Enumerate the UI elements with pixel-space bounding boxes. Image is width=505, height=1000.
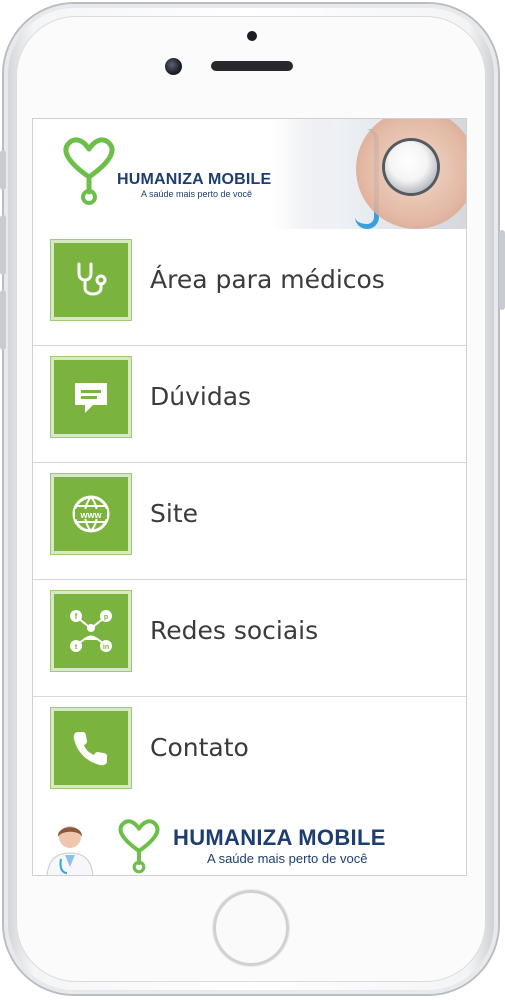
footer-brand-subtitle: A saúde mais perto de você — [207, 851, 368, 866]
heart-stethoscope-logo-icon — [118, 819, 160, 874]
menu-item-label: Contato — [150, 733, 249, 762]
phone-handset-icon — [73, 732, 107, 766]
menu-item-label: Redes sociais — [150, 616, 319, 645]
menu-item-site[interactable]: www Site — [33, 463, 466, 580]
menu-tile — [50, 356, 132, 438]
heart-stethoscope-logo-icon — [63, 137, 115, 205]
www-globe-icon: www — [72, 495, 110, 533]
social-network-icon: f p t in — [70, 610, 112, 652]
footer-banner: HUMANIZA MOBILE A saúde mais perto de vo… — [33, 809, 466, 875]
volume-down-button — [0, 290, 6, 350]
earpiece-speaker — [211, 61, 293, 71]
menu-item-label: Área para médicos — [150, 265, 385, 294]
header-banner: HUMANIZA MOBILE A saúde mais perto de vo… — [33, 119, 466, 229]
doctor-avatar-icon — [46, 826, 94, 875]
main-menu: Área para médicos Dúvidas www Site f p t… — [33, 229, 466, 814]
stethoscope-head-photo — [385, 141, 437, 193]
menu-tile — [50, 239, 132, 321]
svg-text:p: p — [104, 614, 108, 621]
front-camera — [165, 58, 182, 75]
stethoscope-icon — [77, 262, 107, 296]
menu-item-area-medicos[interactable]: Área para médicos — [33, 229, 466, 346]
svg-text:www: www — [79, 510, 102, 520]
brand-title: HUMANIZA MOBILE — [117, 171, 272, 188]
menu-tile: f p t in — [50, 590, 132, 672]
menu-item-label: Site — [150, 499, 198, 528]
svg-text:f: f — [75, 612, 78, 621]
menu-item-label: Dúvidas — [150, 382, 252, 411]
proximity-sensor — [247, 31, 257, 41]
footer-brand-title: HUMANIZA MOBILE — [173, 825, 386, 850]
volume-up-button — [0, 215, 6, 275]
svg-text:in: in — [103, 644, 109, 651]
chat-bubble-icon — [75, 383, 107, 413]
menu-item-contato[interactable]: Contato — [33, 697, 466, 814]
menu-item-duvidas[interactable]: Dúvidas — [33, 346, 466, 463]
menu-tile: www — [50, 473, 132, 555]
home-button[interactable] — [213, 890, 289, 966]
app-screen: HUMANIZA MOBILE A saúde mais perto de vo… — [32, 118, 467, 876]
mute-switch — [0, 150, 6, 190]
power-button — [499, 230, 505, 310]
brand-subtitle: A saúde mais perto de você — [141, 189, 253, 199]
menu-tile — [50, 707, 132, 789]
menu-item-redes-sociais[interactable]: f p t in Redes sociais — [33, 580, 466, 697]
